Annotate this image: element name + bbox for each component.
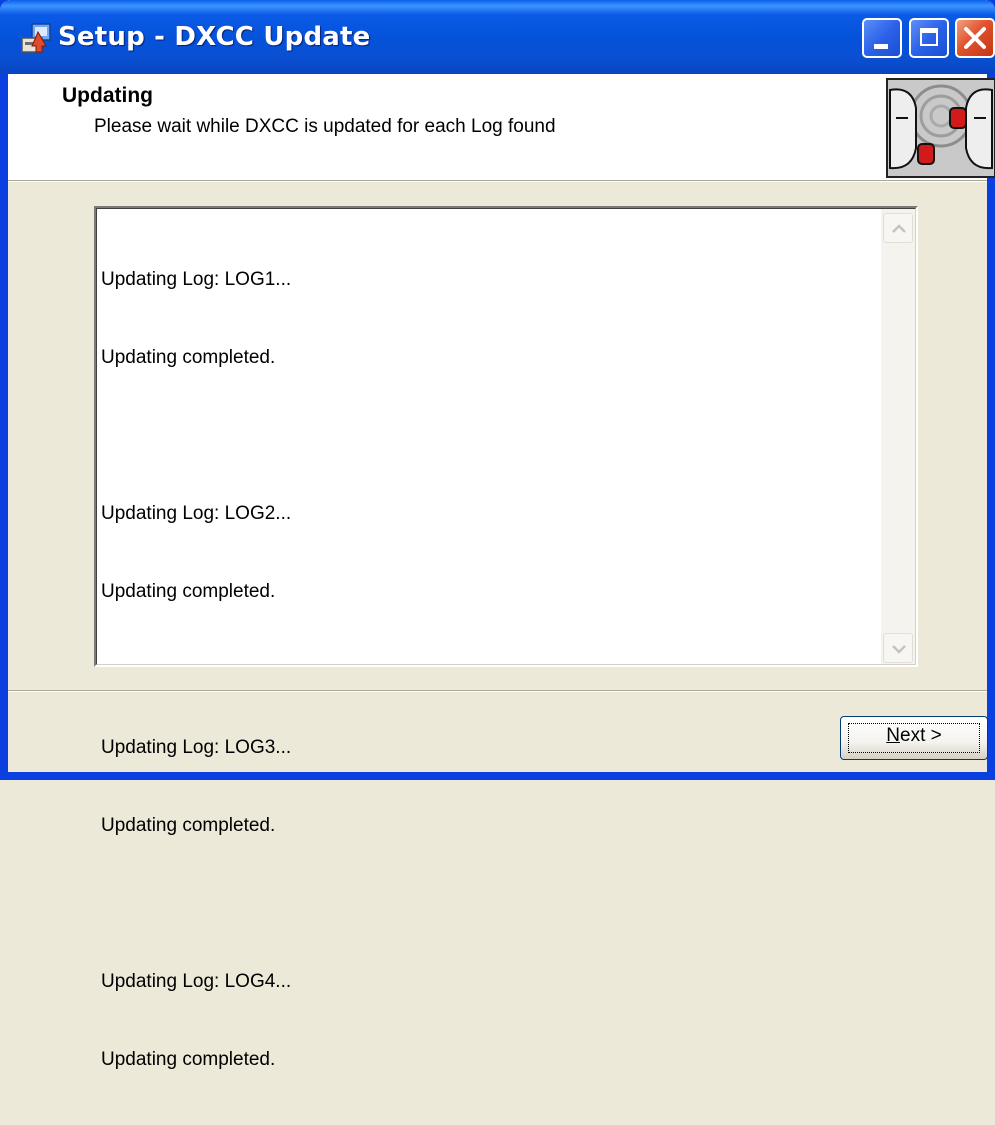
vertical-scrollbar[interactable] [881,209,915,664]
close-icon [964,27,986,49]
minimize-button[interactable] [862,18,902,58]
chevron-down-icon [892,645,906,654]
footer-separator-highlight [8,691,987,692]
header-separator [8,181,987,182]
maximize-button[interactable] [909,18,949,58]
log-line: Updating completed. [101,815,276,836]
minimize-icon [874,44,888,49]
maximize-icon [920,28,938,46]
update-log-inner: Updating Log: LOG1... Updating completed… [96,208,916,1070]
log-line: Updating completed. [101,1049,276,1070]
log-line: Updating Log: LOG2... [101,503,292,524]
window-title: Setup - DXCC Update [58,22,371,52]
log-line: Updating Log: LOG4... [101,971,292,992]
next-button-label: Next > [841,725,987,747]
log-line: Updating Log: LOG3... [101,737,292,758]
scroll-down-button[interactable] [883,633,913,663]
wizard-faces-image [886,78,995,178]
setup-installer-icon [21,23,51,53]
chevron-up-icon [892,224,906,233]
page-subtitle: Please wait while DXCC is updated for ea… [94,116,556,137]
log-line: Updating Log: LOG1... [101,269,292,290]
close-button[interactable] [955,18,995,58]
title-bar[interactable]: Setup - DXCC Update [0,0,995,74]
wizard-header: Updating Please wait while DXCC is updat… [8,74,995,181]
page-title: Updating [62,84,153,107]
update-log-textbox[interactable]: Updating Log: LOG1... Updating completed… [94,206,918,1070]
scroll-up-button[interactable] [883,213,913,243]
update-log-lines: Updating Log: LOG1... Updating completed… [101,215,881,1125]
next-button[interactable]: Next > [840,716,988,760]
log-line: Updating completed. [101,581,276,602]
next-label-rest: ext > [900,725,942,746]
log-line: Updating completed. [101,347,276,368]
next-mnemonic: N [886,725,900,746]
